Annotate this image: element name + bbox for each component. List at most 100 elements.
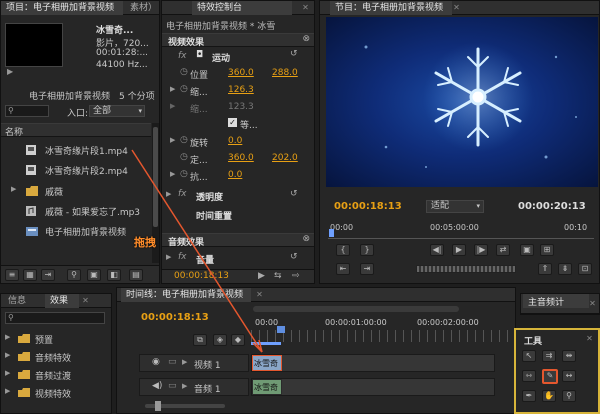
- find-icon[interactable]: ⚲: [67, 269, 81, 281]
- speaker-icon[interactable]: ◀): [152, 381, 162, 391]
- stopwatch-anchor-icon[interactable]: ◷: [180, 152, 188, 162]
- list-header[interactable]: 名称: [1, 123, 151, 138]
- expand-scale-icon[interactable]: ▶: [170, 85, 175, 93]
- icon-view-icon[interactable]: ▦: [23, 269, 37, 281]
- motion-label[interactable]: 运动: [212, 51, 230, 64]
- anchor-x-value[interactable]: 360.0: [228, 153, 254, 163]
- new-item-icon[interactable]: ◧: [107, 269, 121, 281]
- fit-dropdown[interactable]: 适配 ▾: [426, 200, 484, 213]
- tab-clip[interactable]: 素材）: [125, 1, 159, 15]
- goto-in-icon[interactable]: ⇤: [336, 263, 350, 275]
- eye-icon[interactable]: ◉: [152, 357, 160, 367]
- position-x-value[interactable]: 360.0: [228, 68, 254, 78]
- close-timeline-icon[interactable]: ✕: [255, 290, 264, 299]
- audio-effects-header[interactable]: 音频效果 ⊗: [162, 233, 314, 248]
- program-ruler[interactable]: [328, 233, 594, 239]
- step-forward-icon[interactable]: |▶: [474, 244, 488, 256]
- flicker-value[interactable]: 0.0: [228, 170, 242, 180]
- expand-flicker-icon[interactable]: ▶: [170, 170, 175, 178]
- step-back-icon[interactable]: ◀|: [430, 244, 444, 256]
- automate-icon[interactable]: ⇥: [41, 269, 55, 281]
- expand-track-icon[interactable]: ▶: [182, 358, 187, 366]
- column-name-header[interactable]: 名称: [5, 125, 23, 138]
- output-icon[interactable]: ⊞: [540, 244, 554, 256]
- ripple-edit-tool-icon[interactable]: ⇹: [562, 350, 576, 362]
- program-video-view[interactable]: [326, 17, 598, 187]
- tab-timeline[interactable]: 时间线：电子相册加背景视频: [121, 288, 251, 302]
- slip-tool-icon[interactable]: ↔: [562, 370, 576, 382]
- marker-icon[interactable]: ◈: [213, 334, 227, 346]
- effects-item[interactable]: ▶ 音频特效: [1, 350, 111, 364]
- play-button-icon[interactable]: ▶: [452, 244, 466, 256]
- tab-info[interactable]: 信息: [3, 294, 37, 308]
- entry-dropdown[interactable]: 全部 ▾: [89, 105, 145, 117]
- work-area-bar[interactable]: [251, 342, 281, 345]
- motion-icon[interactable]: ◘: [196, 50, 203, 60]
- trim-icon[interactable]: ⊡: [578, 263, 592, 275]
- expand-volume-icon[interactable]: ▶: [166, 253, 171, 261]
- new-bin-icon[interactable]: ▣: [87, 269, 101, 281]
- reset-opacity-icon[interactable]: ↺: [290, 189, 298, 199]
- tab-effects[interactable]: 效果: [45, 294, 79, 308]
- hand-tool-icon[interactable]: ✋: [542, 390, 556, 402]
- goto-out-icon[interactable]: ⇥: [360, 263, 374, 275]
- collapse-icon[interactable]: ⊗: [302, 34, 310, 44]
- reset-motion-icon[interactable]: ↺: [290, 49, 298, 59]
- uniform-scale-checkbox[interactable]: ✓: [228, 118, 237, 127]
- effects-search-field[interactable]: ⚲: [5, 312, 105, 324]
- expand-opacity-icon[interactable]: ▶: [166, 190, 171, 198]
- mark-out-icon[interactable]: }: [360, 244, 374, 256]
- list-item[interactable]: 冰雪奇缘片段1.mp4: [1, 141, 151, 159]
- safe-margins-icon[interactable]: ▣: [520, 244, 534, 256]
- reset-volume-icon[interactable]: ↺: [290, 252, 298, 262]
- tab-audio-master[interactable]: 主音频计: [523, 294, 589, 308]
- video-track-header[interactable]: ◉ ▭ ▶ 视频 1: [139, 354, 249, 372]
- close-audio-master-icon[interactable]: ✕: [588, 299, 597, 308]
- audio-track-header[interactable]: ◀) ▭ ▶ 音频 1: [139, 378, 249, 396]
- stopwatch-scale-icon[interactable]: ◷: [180, 84, 188, 94]
- expand-scale-width-icon[interactable]: ▶: [170, 102, 175, 110]
- video-track-lane[interactable]: 冰雪奇: [251, 354, 495, 372]
- effects-item[interactable]: ▶ 视频特效: [1, 386, 111, 400]
- program-timecode-current[interactable]: 00:00:18:13: [334, 201, 402, 212]
- expand-rotation-icon[interactable]: ▶: [170, 136, 175, 144]
- extract-icon[interactable]: ⇟: [558, 263, 572, 275]
- clear-icon[interactable]: ▤: [129, 269, 143, 281]
- zoom-slider-thumb[interactable]: [155, 401, 161, 411]
- jog-shuttle[interactable]: [416, 265, 516, 273]
- video-clip[interactable]: 冰雪奇: [252, 355, 282, 371]
- zoom-tool-icon[interactable]: ⚲: [562, 390, 576, 402]
- rotation-value[interactable]: 0.0: [228, 136, 242, 146]
- video-effects-header[interactable]: 视频效果 ⊗: [162, 33, 314, 48]
- scale-value[interactable]: 126.3: [228, 85, 254, 95]
- close-tools-icon[interactable]: ✕: [585, 334, 594, 343]
- timeline-zoom-bar[interactable]: [253, 306, 459, 312]
- expand-arrow-icon[interactable]: ▶: [11, 185, 16, 193]
- effects-item[interactable]: ▶ 音频过渡: [1, 368, 111, 382]
- list-item[interactable]: 冰雪奇缘片段2.mp4: [1, 161, 151, 179]
- audio-track-lane[interactable]: 冰雪奇: [251, 378, 495, 396]
- stopwatch-position-icon[interactable]: ◷: [180, 67, 188, 77]
- volume-label[interactable]: 音量: [196, 253, 214, 266]
- timeline-zoom-slider[interactable]: [145, 401, 225, 411]
- selection-tool-icon[interactable]: ↖: [522, 350, 536, 362]
- export-icon[interactable]: ⇨: [292, 271, 300, 281]
- pen-tool-icon[interactable]: ✒: [522, 390, 536, 402]
- effects-item[interactable]: ▶ 预置: [1, 332, 111, 346]
- time-remap-label[interactable]: 时间重置: [196, 209, 232, 222]
- timeline-ruler[interactable]: [251, 330, 513, 342]
- position-y-value[interactable]: 288.0: [272, 68, 298, 78]
- lock-track-icon[interactable]: ▭: [168, 357, 177, 367]
- play-thumbnail-icon[interactable]: ▶: [7, 67, 17, 77]
- mark-in-icon[interactable]: {: [336, 244, 350, 256]
- tab-effect-controls[interactable]: 特效控制台: [192, 1, 292, 15]
- tab-project[interactable]: 项目：电子相册加背景视频: [1, 1, 123, 15]
- track-select-tool-icon[interactable]: ⇉: [542, 350, 556, 362]
- timeline-timecode[interactable]: 00:00:18:13: [141, 312, 209, 323]
- collapse-audio-icon[interactable]: ⊗: [302, 234, 310, 244]
- program-playhead[interactable]: [329, 229, 334, 237]
- play-icon[interactable]: ▶: [258, 271, 265, 281]
- close-program-icon[interactable]: ✕: [452, 3, 461, 12]
- list-view-icon[interactable]: ≡: [5, 269, 19, 281]
- close-icon[interactable]: ✕: [301, 3, 310, 12]
